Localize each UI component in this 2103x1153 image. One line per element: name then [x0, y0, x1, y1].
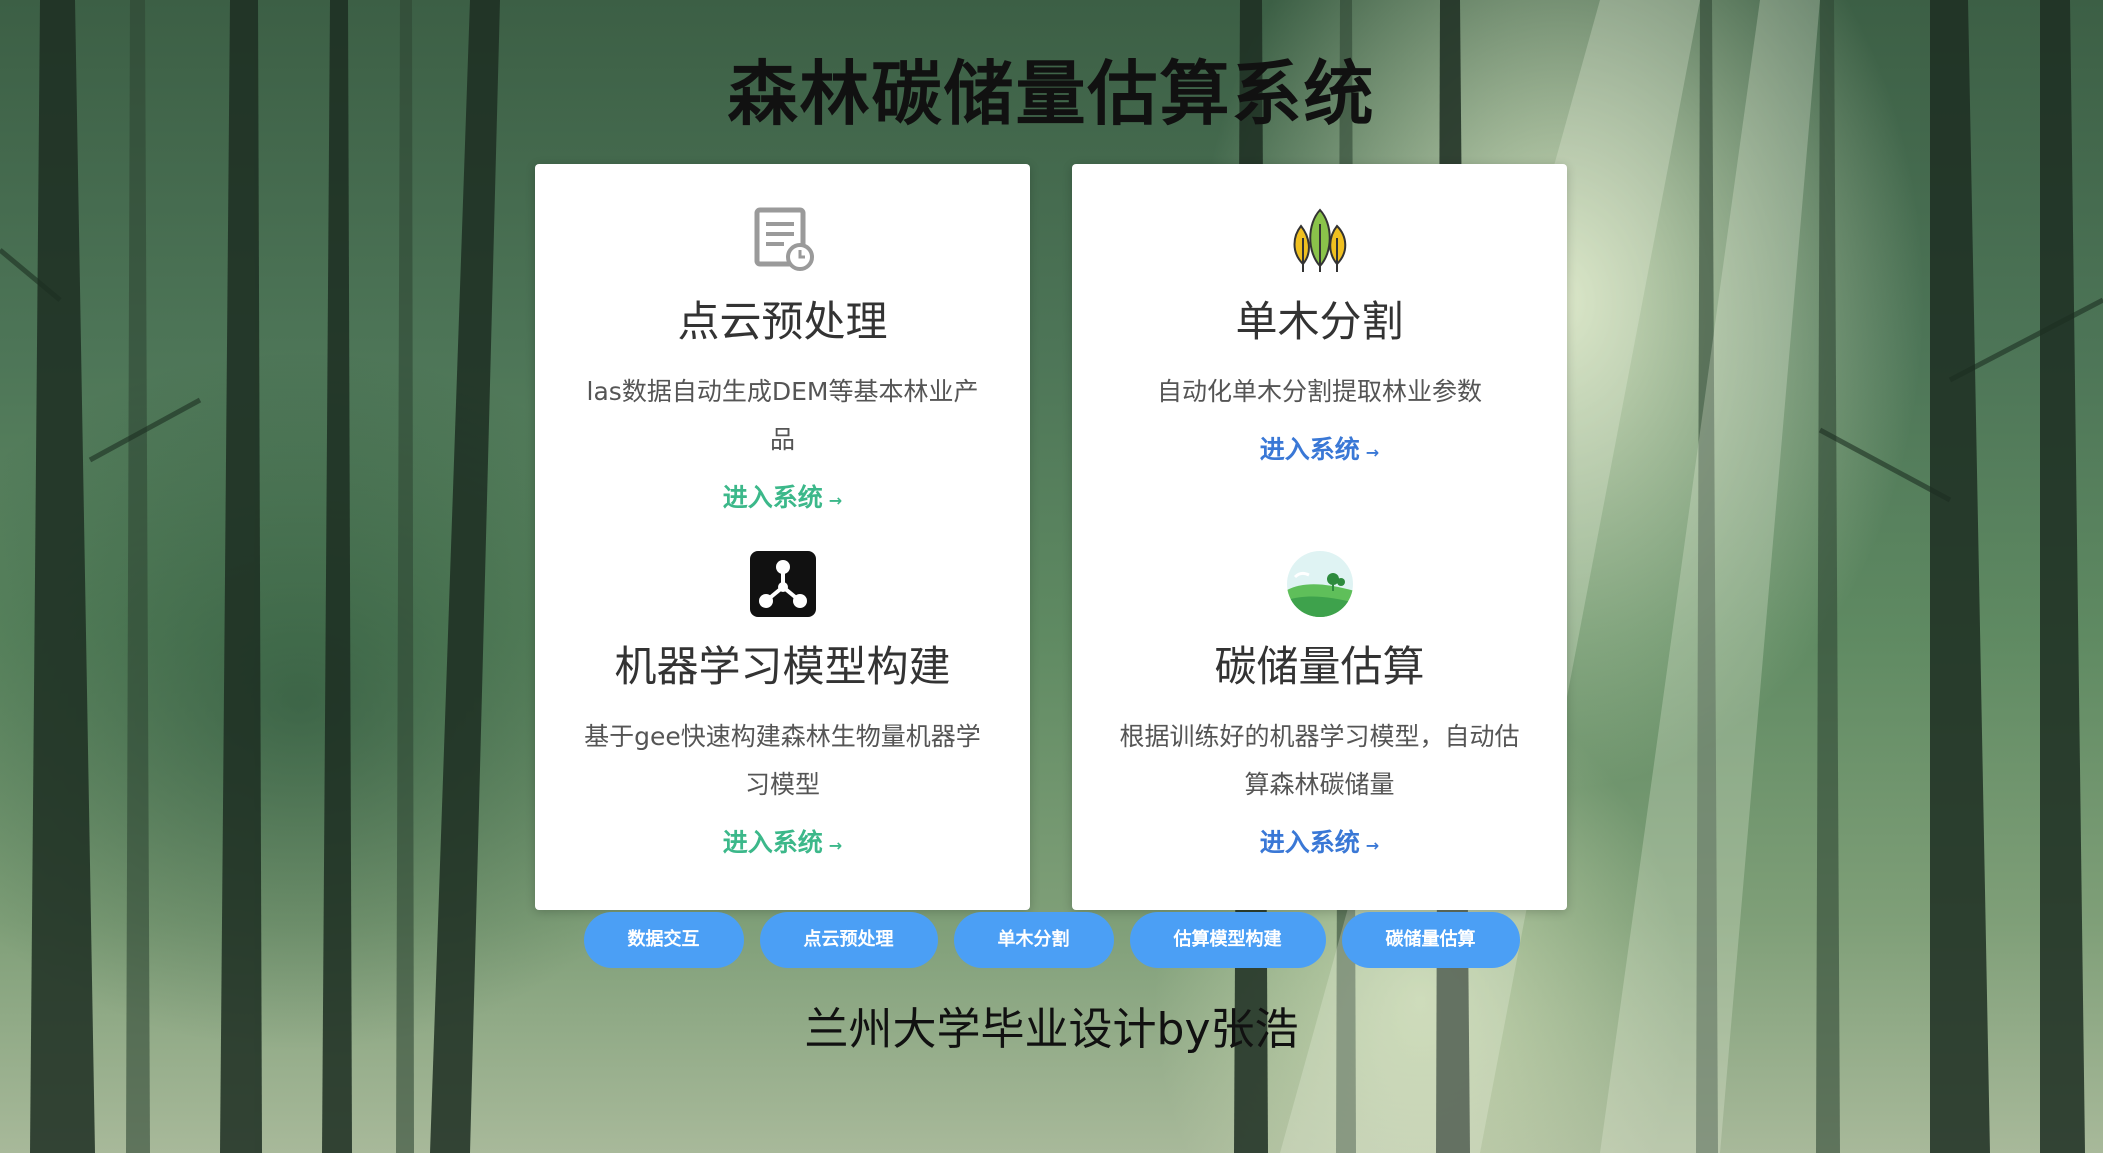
enter-link-label: 进入系统: [722, 483, 823, 512]
trees-icon: [1293, 208, 1346, 272]
enter-link-label: 进入系统: [1259, 828, 1360, 857]
nav-button-tree-segmentation[interactable]: 单木分割: [953, 912, 1114, 968]
feature-description: las数据自动生成DEM等基本林业产品: [586, 377, 979, 454]
enter-tree-segmentation-link[interactable]: 进入系统 →: [1260, 430, 1379, 466]
report-clock-icon: [754, 207, 814, 271]
forest-background: [0, 0, 2103, 1153]
feature-point-cloud: 点云预处理 las数据自动生成DEM等基本林业产品 进入系统 →: [535, 204, 1030, 514]
feature-title: 单木分割: [1235, 297, 1404, 346]
feature-description: 自动化单木分割提取林业参数: [1156, 377, 1482, 406]
bottom-nav: 数据交互 点云预处理 单木分割 估算模型构建 碳储量估算: [0, 912, 2103, 968]
nav-button-model-building[interactable]: 估算模型构建: [1129, 912, 1326, 968]
nav-button-data-interaction[interactable]: 数据交互: [583, 912, 744, 968]
feature-card-left: 点云预处理 las数据自动生成DEM等基本林业产品 进入系统 → 机器学习模型构建…: [535, 164, 1030, 910]
arrow-right-icon: →: [1365, 836, 1380, 855]
feature-title: 点云预处理: [677, 297, 888, 346]
arrow-right-icon: →: [828, 491, 843, 510]
feature-title: 机器学习模型构建: [614, 642, 951, 691]
feature-card-right: 单木分割 自动化单木分割提取林业参数 进入系统 → 碳储量估算 根据训练好的机器学…: [1072, 164, 1567, 910]
enter-link-label: 进入系统: [1259, 435, 1360, 464]
feature-description: 根据训练好的机器学习模型，自动估算森林碳储量: [1119, 722, 1520, 799]
feature-description: 基于gee快速构建森林生物量机器学习模型: [584, 722, 981, 799]
enter-point-cloud-link[interactable]: 进入系统 →: [723, 478, 842, 514]
nav-button-carbon-estimation[interactable]: 碳储量估算: [1341, 912, 1520, 968]
arrow-right-icon: →: [1365, 443, 1380, 462]
feature-tree-segmentation: 单木分割 自动化单木分割提取林业参数 进入系统 →: [1072, 204, 1567, 466]
network-nodes-icon: [749, 551, 816, 617]
enter-ml-model-link[interactable]: 进入系统 →: [723, 823, 842, 859]
feature-ml-model: 机器学习模型构建 基于gee快速构建森林生物量机器学习模型 进入系统 →: [535, 549, 1030, 859]
footer-credit: 兰州大学毕业设计by张浩: [804, 1004, 1299, 1055]
landscape-icon: [1286, 551, 1353, 617]
arrow-right-icon: →: [828, 836, 843, 855]
enter-carbon-estimation-link[interactable]: 进入系统 →: [1260, 823, 1379, 859]
feature-carbon-estimation: 碳储量估算 根据训练好的机器学习模型，自动估算森林碳储量 进入系统 →: [1072, 549, 1567, 859]
nav-button-point-cloud[interactable]: 点云预处理: [759, 912, 938, 968]
enter-link-label: 进入系统: [722, 828, 823, 857]
page-title: 森林碳储量估算系统: [727, 53, 1376, 135]
feature-title: 碳储量估算: [1214, 642, 1425, 691]
